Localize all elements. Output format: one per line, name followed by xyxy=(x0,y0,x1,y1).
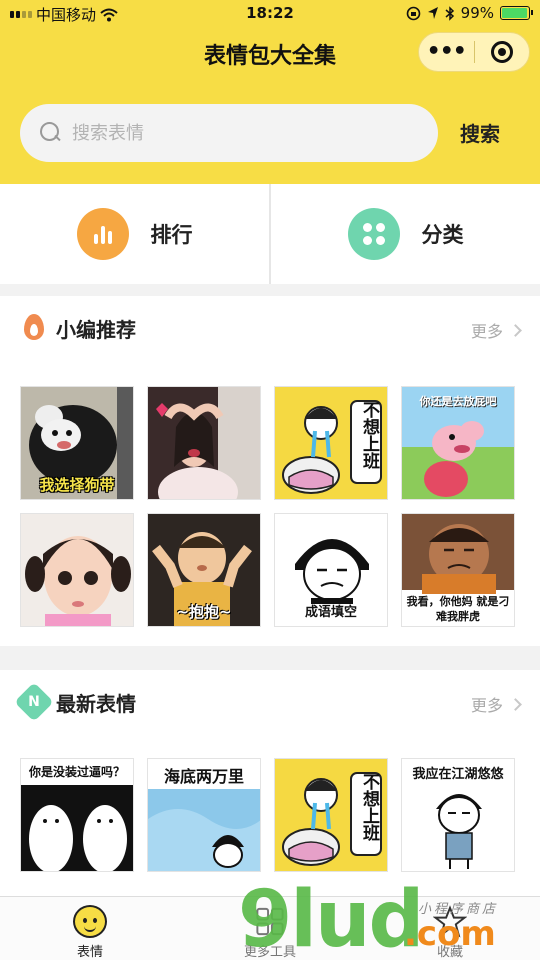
search-input[interactable] xyxy=(72,122,402,144)
lock-rotation-icon xyxy=(406,6,420,20)
sticker-caption: 你是没装过逼吗？ xyxy=(28,765,125,779)
location-icon xyxy=(427,7,438,19)
search-button[interactable]: 搜索 xyxy=(460,118,500,147)
latest-section: N 最新表情 更多 你是没装过逼吗？ 海底两万里 不想上班 我应在江湖悠悠 xyxy=(0,670,540,896)
sticker-item[interactable]: 我看，你他妈 就是刁难我胖虎 xyxy=(401,513,515,627)
grid-dots-icon xyxy=(347,208,400,260)
chevron-right-icon xyxy=(509,323,522,337)
target-icon xyxy=(490,41,513,63)
sticker-item[interactable]: 你是没装过逼吗？ xyxy=(20,758,134,872)
sticker-caption: ~抱抱~ xyxy=(176,603,232,621)
sticker-caption: 你还是去放屁吧 xyxy=(419,395,497,408)
watermark-small: 小程序商店 xyxy=(418,902,499,917)
section-header: N 最新表情 更多 xyxy=(0,670,540,730)
tab-stickers[interactable]: 表情 xyxy=(0,897,180,960)
sticker-item[interactable] xyxy=(20,513,134,627)
bar-chart-icon xyxy=(76,208,129,260)
sticker-grid: 你是没装过逼吗？ 海底两万里 不想上班 我应在江湖悠悠 xyxy=(20,758,515,872)
more-link[interactable]: 更多 xyxy=(471,692,522,716)
sticker-caption: 我选择狗带 xyxy=(39,476,115,494)
sticker-grid: 我选择狗带 不想上班 你还是去放屁吧 ~抱抱~ 成语填空 我看，你他妈 就是刁难… xyxy=(20,386,515,627)
more-menu-button[interactable]: ••• xyxy=(419,41,474,63)
ranking-link[interactable]: 排行 xyxy=(0,184,269,284)
battery-icon xyxy=(500,6,533,20)
search-icon xyxy=(40,122,62,144)
search-box[interactable] xyxy=(20,104,438,162)
quick-links: 排行 分类 xyxy=(0,184,540,284)
sticker-item[interactable]: ~抱抱~ xyxy=(147,513,261,627)
battery-percent: 99% xyxy=(460,4,494,22)
sticker-item[interactable]: 不想上班 xyxy=(274,386,388,500)
bluetooth-icon xyxy=(445,5,454,21)
section-title: 最新表情 xyxy=(56,692,136,716)
new-badge-icon: N xyxy=(14,682,54,722)
close-miniprogram-button[interactable] xyxy=(474,41,529,63)
sticker-caption: 海底两万里 xyxy=(163,767,244,786)
smiley-icon xyxy=(73,905,107,938)
sticker-item[interactable] xyxy=(147,386,261,500)
sticker-item[interactable]: 你还是去放屁吧 xyxy=(401,386,515,500)
sticker-caption: 不想上班 xyxy=(359,401,379,469)
watermark-suffix: .com xyxy=(404,914,496,954)
editor-picks-section: 小编推荐 更多 我选择狗带 不想上班 你还是去放屁吧 ~抱抱~ 成语填空 我看，… xyxy=(0,296,540,646)
header: 中国移动 18:22 99% 表情包大全集 ••• 搜索 xyxy=(0,0,540,184)
section-title: 小编推荐 xyxy=(56,318,136,342)
category-label: 分类 xyxy=(421,223,464,247)
sticker-caption: 成语填空 xyxy=(304,605,357,620)
chevron-right-icon xyxy=(509,697,522,711)
tab-label: 表情 xyxy=(76,945,103,960)
watermark-logo: 9lud xyxy=(238,875,424,960)
sticker-caption: 不想上班 xyxy=(359,773,379,841)
sticker-item[interactable]: 不想上班 xyxy=(274,758,388,872)
section-header: 小编推荐 更多 xyxy=(0,296,540,356)
sticker-item[interactable]: 成语填空 xyxy=(274,513,388,627)
more-link[interactable]: 更多 xyxy=(471,318,522,342)
sticker-item[interactable]: 我选择狗带 xyxy=(20,386,134,500)
sticker-caption: 我应在江湖悠悠 xyxy=(412,767,504,782)
category-link[interactable]: 分类 xyxy=(271,184,540,284)
sticker-item[interactable]: 我应在江湖悠悠 xyxy=(401,758,515,872)
sticker-item[interactable]: 海底两万里 xyxy=(147,758,261,872)
flame-icon xyxy=(20,314,48,342)
miniprogram-capsule: ••• xyxy=(418,32,530,72)
girl-heart-image xyxy=(148,387,260,499)
sticker-caption: 我看，你他妈 就是刁难我胖虎 xyxy=(406,595,510,623)
ranking-label: 排行 xyxy=(150,223,193,247)
little-girl-image xyxy=(21,514,133,626)
status-bar: 中国移动 18:22 99% xyxy=(0,0,540,28)
